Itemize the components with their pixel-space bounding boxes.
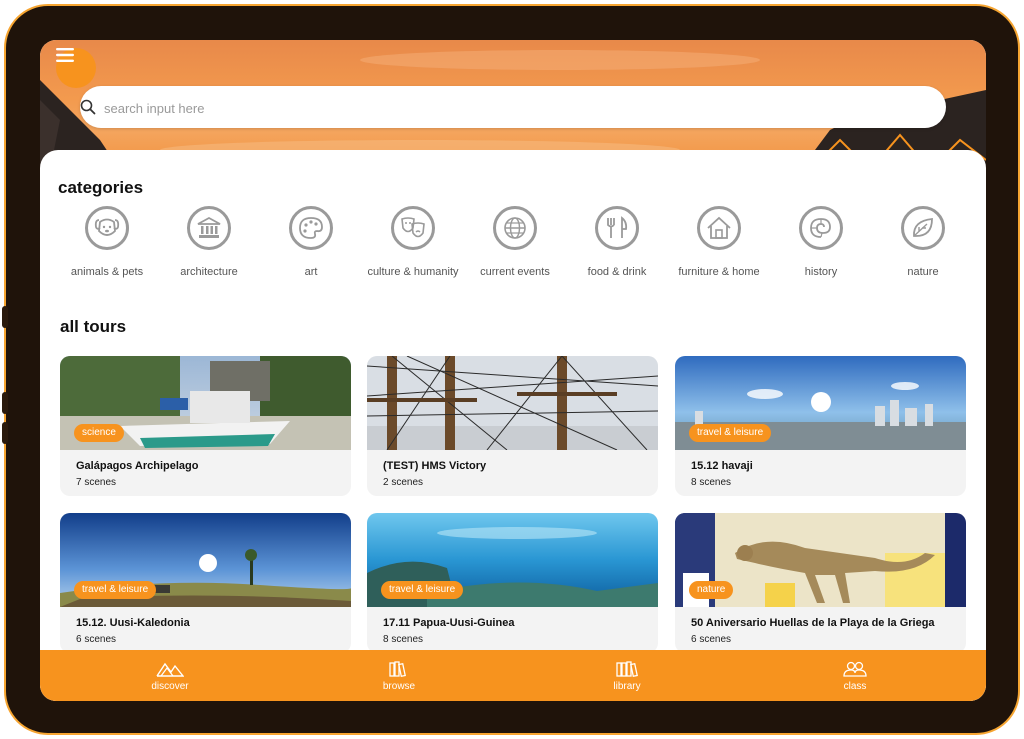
category-history[interactable]: history xyxy=(771,206,871,288)
tour-scene-count: 8 scenes xyxy=(691,477,732,488)
tour-card[interactable]: nature 50 Aniversario Huellas de la Play… xyxy=(675,513,966,653)
tour-scene-count: 6 scenes xyxy=(76,634,117,645)
tour-scene-count: 6 scenes xyxy=(691,634,732,645)
tour-title: (TEST) HMS Victory xyxy=(383,460,487,472)
category-current-events[interactable]: current events xyxy=(465,206,565,288)
content-panel: categories animals & pets architecture a… xyxy=(40,150,986,701)
tour-card[interactable]: (TEST) HMS Victory 2 scenes xyxy=(367,356,658,496)
category-label: history xyxy=(804,266,838,278)
category-label: culture & humanity xyxy=(367,266,459,278)
all-tours-heading: all tours xyxy=(60,317,127,336)
category-label: art xyxy=(304,266,318,278)
search-input[interactable] xyxy=(102,86,886,130)
nav-label: class xyxy=(843,681,867,692)
category-label: architecture xyxy=(180,266,238,278)
category-culture-humanity[interactable]: culture & humanity xyxy=(363,206,463,288)
category-tag: travel & leisure xyxy=(74,581,157,599)
tour-title: 50 Aniversario Huellas de la Playa de la… xyxy=(691,617,935,629)
tour-scene-count: 7 scenes xyxy=(76,477,117,488)
dog-icon xyxy=(85,206,129,250)
leaf-icon xyxy=(901,206,945,250)
group-icon xyxy=(843,661,867,677)
side-button xyxy=(2,392,8,414)
tour-title: 17.11 Papua-Uusi-Guinea xyxy=(383,617,515,629)
app-screen: categories animals & pets xyxy=(40,40,986,701)
tour-scene-count: 8 scenes xyxy=(383,634,424,645)
nav-library[interactable]: library xyxy=(547,650,707,701)
category-animals-pets[interactable]: animals & pets xyxy=(57,206,157,288)
tour-scene-count: 2 scenes xyxy=(383,477,424,488)
nav-class[interactable]: class xyxy=(775,650,935,701)
tour-title: 15.12. Uusi-Kaledonia xyxy=(76,617,190,629)
ammonite-icon xyxy=(799,206,843,250)
bottom-navigation: discover browse library class xyxy=(40,650,986,701)
category-tag: nature xyxy=(689,581,734,599)
search-bar xyxy=(80,86,946,130)
tour-card[interactable]: travel & leisure 15.12. Uusi-Kaledonia 6… xyxy=(60,513,351,653)
bookshelf-icon xyxy=(616,661,638,678)
books-icon xyxy=(389,661,406,678)
category-label: furniture & home xyxy=(678,266,760,278)
nav-label: discover xyxy=(151,681,189,692)
category-tag: science xyxy=(74,424,124,442)
category-label: animals & pets xyxy=(70,266,144,278)
theater-masks-icon xyxy=(391,206,435,250)
side-button xyxy=(2,422,8,444)
category-label: current events xyxy=(480,266,550,278)
nav-browse[interactable]: browse xyxy=(319,650,479,701)
mountains-icon xyxy=(156,662,184,677)
nav-label: library xyxy=(613,681,641,692)
category-tag: travel & leisure xyxy=(381,581,464,599)
search-icon[interactable] xyxy=(80,99,96,115)
palette-icon xyxy=(289,206,333,250)
nav-label: browse xyxy=(382,681,416,692)
building-icon xyxy=(187,206,231,250)
hamburger-icon xyxy=(56,48,74,62)
nav-discover[interactable]: discover xyxy=(90,650,250,701)
category-architecture[interactable]: architecture xyxy=(159,206,259,288)
house-icon xyxy=(697,206,741,250)
menu-button[interactable] xyxy=(56,48,96,88)
tour-title: Galápagos Archipelago xyxy=(76,460,199,472)
tour-thumbnail xyxy=(367,356,658,450)
category-tag: travel & leisure xyxy=(689,424,772,442)
categories-heading: categories xyxy=(58,178,144,197)
category-label: nature xyxy=(907,266,939,278)
tour-card[interactable]: travel & leisure 15.12 havaji 8 scenes xyxy=(675,356,966,496)
category-nature[interactable]: nature xyxy=(873,206,973,288)
category-label: food & drink xyxy=(587,266,647,278)
tour-card[interactable]: science Galápagos Archipelago 7 scenes xyxy=(60,356,351,496)
category-food-drink[interactable]: food & drink xyxy=(567,206,667,288)
category-furniture-home[interactable]: furniture & home xyxy=(669,206,769,288)
globe-icon xyxy=(493,206,537,250)
tour-card[interactable]: travel & leisure 17.11 Papua-Uusi-Guinea… xyxy=(367,513,658,653)
fork-knife-icon xyxy=(595,206,639,250)
side-button xyxy=(2,306,8,328)
tour-title: 15.12 havaji xyxy=(691,460,753,472)
category-art[interactable]: art xyxy=(261,206,361,288)
